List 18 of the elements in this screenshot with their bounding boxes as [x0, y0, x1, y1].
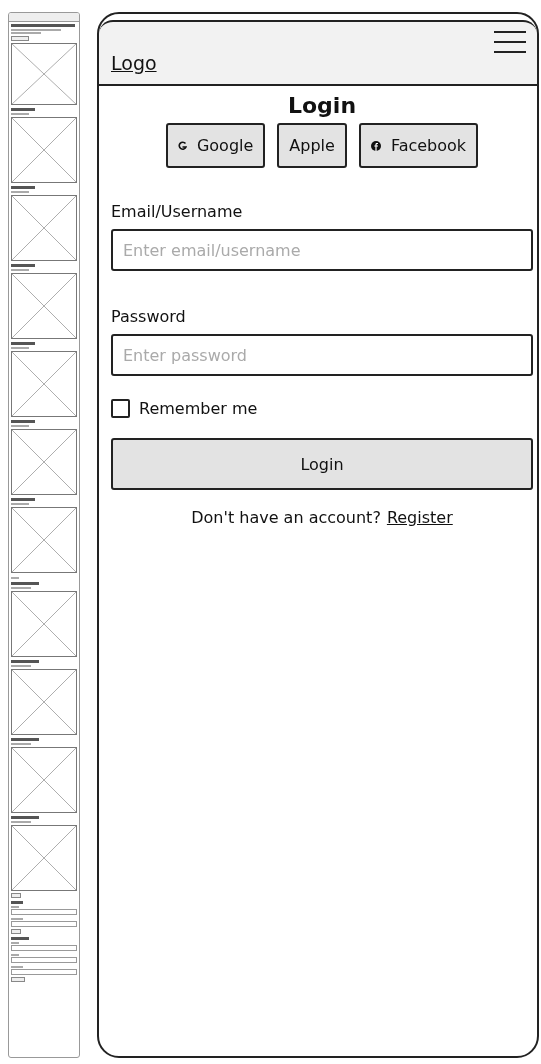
register-link[interactable]: Register	[386, 508, 453, 527]
input-field[interactable]: Enter email/username	[111, 229, 533, 271]
social-login-button[interactable]: Google	[165, 123, 266, 168]
social-login-button[interactable]: Facebook	[358, 123, 479, 168]
page-thumbnail-drawing[interactable]	[8, 12, 80, 1058]
checkbox-label: Remember me	[139, 399, 258, 418]
login-title: Login	[286, 92, 358, 120]
field-label: Email/Username	[111, 202, 244, 221]
field-label: Password	[111, 307, 187, 326]
facebook-icon	[370, 140, 381, 151]
checkbox[interactable]	[111, 399, 130, 418]
input-field[interactable]: Enter password	[111, 334, 533, 376]
register-prompt: Don't have an account?	[191, 508, 381, 527]
login-button[interactable]: Login	[111, 438, 533, 490]
social-login-button[interactable]: Apple	[277, 123, 347, 168]
google-icon	[177, 140, 187, 151]
menu-icon[interactable]	[493, 30, 527, 54]
logo-link[interactable]: Logo	[111, 52, 157, 74]
